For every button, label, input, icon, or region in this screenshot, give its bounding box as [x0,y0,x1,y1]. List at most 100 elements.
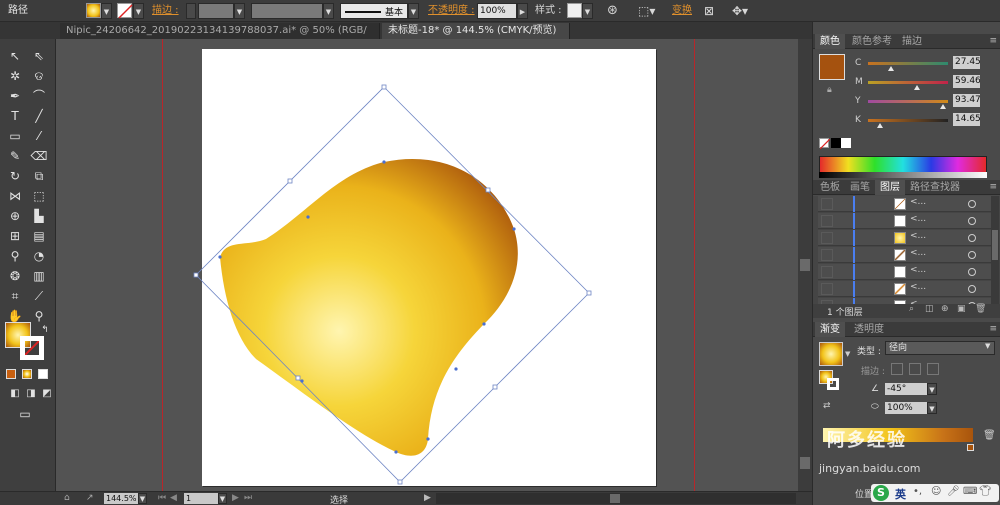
magenta-slider-track[interactable] [868,81,948,84]
swap-fill-stroke-icon[interactable]: ↰ [36,321,54,339]
layer-row[interactable]: <... [818,230,991,246]
visibility-toggle[interactable] [821,266,833,278]
eyedropper-icon[interactable]: ⚲ [6,247,24,265]
locate-object-icon[interactable]: ⌕ [909,304,914,314]
perspective-grid-icon[interactable]: ▙ [30,207,48,225]
paintbrush-icon[interactable]: ⁄ [30,127,48,145]
tab-untitled-18[interactable]: 未标题-18* @ 144.5% (CMYK/预览) × [382,23,570,52]
draw-inside-icon[interactable]: ◩ [38,385,56,403]
page-input[interactable]: 1 [184,493,218,504]
graphic-style-arrow[interactable]: ▼ [582,3,593,19]
color-mode-icon[interactable] [6,369,16,379]
yellow-slider-track[interactable] [868,100,948,103]
aspect-ratio-arrow[interactable]: ▼ [927,402,937,414]
visibility-toggle[interactable] [821,215,833,227]
gradient-mode-icon[interactable] [22,369,32,379]
visibility-toggle[interactable] [821,232,833,244]
layer-row[interactable]: <... [818,213,991,229]
magenta-value-input[interactable]: 59.46 [953,75,980,88]
stroke-label[interactable]: 描边 : [152,3,179,19]
canvas-area[interactable] [56,39,798,491]
stroke-dropdown-arrow[interactable]: ▼ [133,3,144,19]
rectangle-tool-icon[interactable]: ▭ [6,127,24,145]
gradient-preset-arrow[interactable]: ▼ [845,350,850,358]
none-mode-icon[interactable] [38,369,48,379]
lasso-icon[interactable]: ଡ [30,67,48,85]
gradient-stop-right[interactable] [967,444,974,451]
variable-width-profile[interactable] [251,3,323,19]
isolate-icon[interactable]: ⊠ [704,3,714,19]
gradient-type-arrow[interactable]: ▼ [985,342,990,350]
recolor-icon[interactable]: ⊛ [607,3,618,19]
horizontal-scroll-thumb[interactable] [610,494,620,503]
stroke-along-icon[interactable] [909,363,921,375]
bell-shape-path[interactable] [220,158,518,456]
symbol-sprayer-icon[interactable]: ❂ [6,267,24,285]
mesh-tool-icon[interactable]: ⊞ [6,227,24,245]
emoji-icon[interactable]: ☺ [931,486,941,497]
line-tool-icon[interactable]: ╱ [30,107,48,125]
microphone-icon[interactable]: 🎤︎ [947,486,960,497]
aspect-ratio-input[interactable]: 100% [885,402,927,414]
black-value-input[interactable]: 14.65 [953,113,980,126]
gradient-menu-icon[interactable]: ≡ [989,324,997,334]
delete-layer-icon[interactable]: 🗑︎ [975,304,986,314]
magenta-slider-knob[interactable] [914,85,920,90]
align-icon[interactable]: ⬚▾ [638,3,655,19]
yellow-value-input[interactable]: 93.47 [953,94,980,107]
tab-swatches[interactable]: 色板 [815,180,845,195]
layers-menu-icon[interactable]: ≡ [989,182,997,192]
profile-arrow[interactable]: ▼ [323,3,334,19]
opacity-input[interactable]: 100% [477,3,517,19]
last-artboard-icon[interactable]: ⏭ [244,493,252,503]
magic-wand-icon[interactable]: ✲ [6,67,24,85]
fill-swatch[interactable] [86,3,101,18]
current-color-swatch[interactable] [819,54,845,80]
cyan-value-input[interactable]: 27.45 [953,56,980,69]
eraser-icon[interactable]: ⌫ [30,147,48,165]
arrange-icon[interactable]: ✥▾ [732,3,748,19]
panel-menu-icon[interactable]: ≡ [989,36,997,46]
tab-layers[interactable]: 图层 [875,180,905,195]
opacity-arrow[interactable]: ▶ [517,3,528,19]
gradient-tool-icon[interactable]: ▤ [30,227,48,245]
slice-tool-icon[interactable]: ⟋ [30,287,48,305]
fill-dropdown-arrow[interactable]: ▼ [101,3,112,19]
black-swatch[interactable] [831,138,841,148]
cyan-slider-track[interactable] [868,62,948,65]
delete-stop-icon[interactable]: 🗑︎ [983,430,996,441]
target-circle[interactable] [968,200,976,208]
next-artboard-icon[interactable]: ▶ [232,493,239,503]
page-arrow[interactable]: ▼ [218,493,227,504]
gradient-type-select[interactable]: 径向 [885,341,995,355]
transform-link[interactable]: 变换 [672,3,692,19]
gradient-preview[interactable] [819,342,843,366]
shape-builder-icon[interactable]: ⊕ [6,207,24,225]
target-circle[interactable] [968,268,976,276]
pencil-icon[interactable]: ✎ [6,147,24,165]
new-layer-icon[interactable]: ▣ [957,304,966,314]
layer-row[interactable]: <... [818,264,991,280]
type-tool-icon[interactable]: T [6,107,24,125]
free-transform-icon[interactable]: ⬚ [30,187,48,205]
prev-artboard-icon[interactable]: ◀ [170,493,177,503]
stroke-weight-arrow[interactable]: ▼ [234,3,245,19]
opacity-label[interactable]: 不透明度 : [428,3,475,19]
yellow-slider-knob[interactable] [940,104,946,109]
target-circle[interactable] [968,251,976,259]
vertical-scroll-thumb-lower[interactable] [800,457,810,469]
tab-brushes[interactable]: 画笔 [845,180,875,195]
direct-selection-tool-icon[interactable]: ⇖ [30,47,48,65]
selection-tool-icon[interactable]: ↖ [6,47,24,65]
visibility-toggle[interactable] [821,283,833,295]
artboard-tool-icon[interactable]: ⌗ [6,287,24,305]
visibility-toggle[interactable] [821,249,833,261]
export-icon[interactable]: ↗ [86,493,94,503]
stroke-within-icon[interactable] [891,363,903,375]
artboard-nav-icon[interactable]: ⌂ [64,493,70,503]
layers-scroll-thumb[interactable] [992,230,998,260]
screen-mode-icon[interactable]: ▭ [16,405,34,423]
pen-tool-icon[interactable]: ✒ [6,87,24,105]
angle-arrow[interactable]: ▼ [927,383,937,395]
tab-gradient[interactable]: 渐变 [815,322,845,337]
